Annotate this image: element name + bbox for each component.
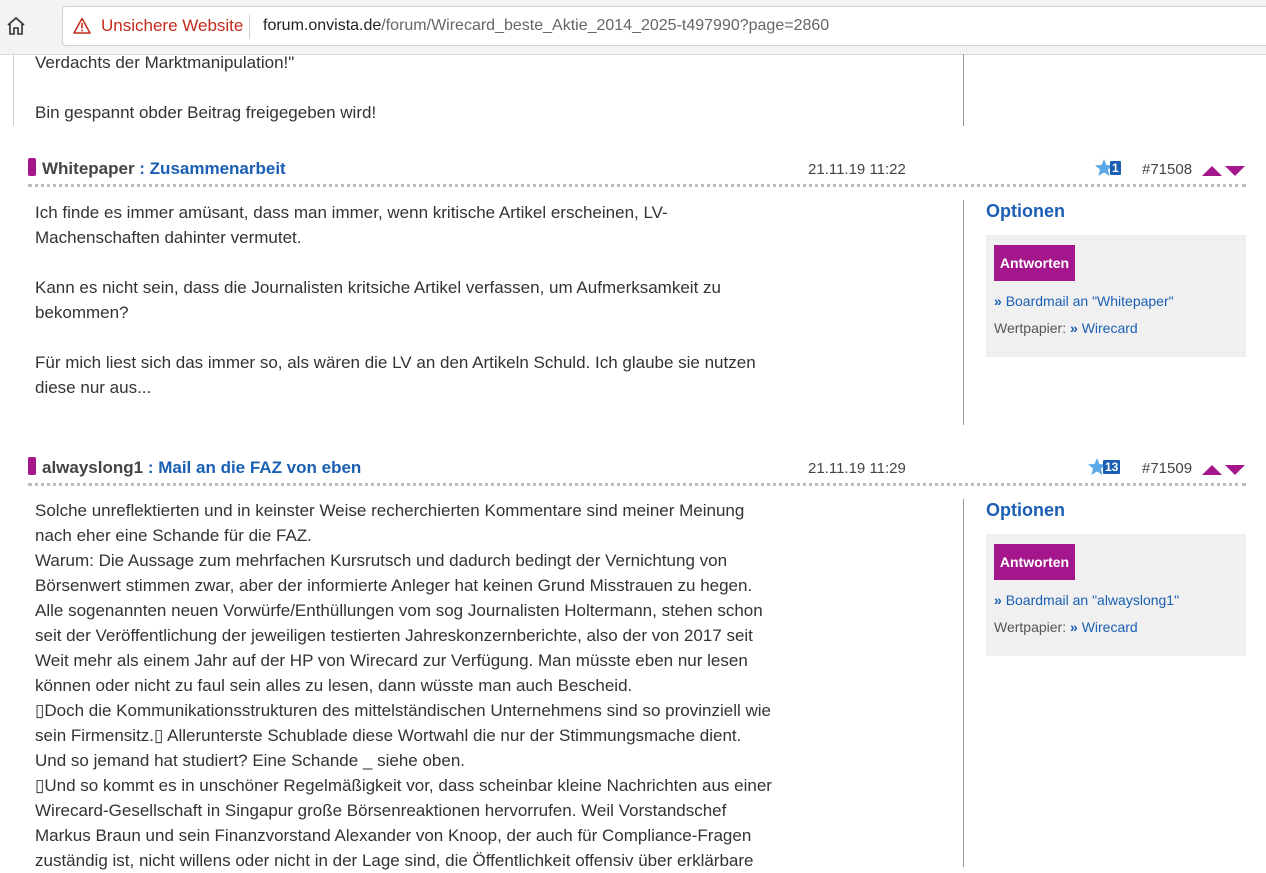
text-line: ▯Und so kommt es in unschöner Regelmäßig… — [35, 773, 772, 798]
text-line: ▯Doch die Kommunikationsstrukturen des m… — [35, 698, 772, 723]
reply-button[interactable]: Antworten — [994, 544, 1075, 580]
post-body: Ich finde es immer amüsant, dass man imm… — [35, 200, 756, 400]
browser-toolbar: Unsichere Website forum.onvista.de/forum… — [0, 0, 1266, 55]
text-line — [35, 75, 376, 100]
security-link[interactable]: Wirecard — [1082, 320, 1138, 336]
options-panel: Antworten » Boardmail an "Whitepaper" We… — [986, 235, 1246, 357]
url-domain: forum.onvista.de — [263, 17, 381, 34]
home-icon[interactable] — [4, 14, 28, 38]
options-title: Optionen — [986, 201, 1065, 222]
boardmail-link[interactable]: » Boardmail an "Whitepaper" — [994, 293, 1174, 309]
text-line: diese nur aus... — [35, 375, 756, 400]
post-number[interactable]: #71508 — [1142, 161, 1192, 178]
column-divider — [963, 200, 964, 425]
address-bar[interactable]: Unsichere Website forum.onvista.de/forum… — [62, 6, 1266, 46]
options-panel: Antworten » Boardmail an "alwayslong1" W… — [986, 534, 1246, 656]
text-line: Machenschaften dahinter vermutet. — [35, 225, 756, 250]
text-line: Börsenwert stimmen zwar, aber der inform… — [35, 573, 772, 598]
column-divider — [963, 499, 964, 867]
security-row: Wertpapier: » Wirecard — [994, 619, 1138, 635]
url-text[interactable]: forum.onvista.de/forum/Wirecard_beste_Ak… — [263, 17, 829, 35]
url-path: /forum/Wirecard_beste_Aktie_2014_2025-t4… — [381, 17, 829, 34]
security-warning[interactable]: Unsichere Website — [101, 16, 243, 36]
reply-button[interactable]: Antworten — [994, 245, 1075, 281]
post-title: alwayslong1 : Mail an die FAZ von eben — [42, 458, 361, 478]
text-line: Wirecard-Gesellschaft in Singapur große … — [35, 798, 772, 823]
text-line: können oder nicht zu faul sein alles zu … — [35, 673, 772, 698]
post-author[interactable]: alwayslong1 — [42, 458, 143, 477]
text-line: zuständig ist, nicht willens oder nicht … — [35, 848, 772, 873]
column-divider — [963, 54, 964, 126]
header-divider — [28, 483, 1246, 486]
post-subject[interactable]: Zusammenarbeit — [150, 159, 286, 178]
security-row: Wertpapier: » Wirecard — [994, 320, 1138, 336]
text-line: nach eher eine Schande für die FAZ. — [35, 523, 772, 548]
text-line: Weit mehr als einem Jahr auf der HP von … — [35, 648, 772, 673]
security-link[interactable]: Wirecard — [1082, 619, 1138, 635]
text-line: sein Firmensitz.▯ Allerunterste Schublad… — [35, 723, 772, 748]
options-title: Optionen — [986, 500, 1065, 521]
text-line: Kann es nicht sein, dass die Journaliste… — [35, 275, 756, 300]
post-author[interactable]: Whitepaper — [42, 159, 135, 178]
previous-post-border — [13, 54, 14, 126]
text-line: Solche unreflektierten und in keinster W… — [35, 498, 772, 523]
post-body: Solche unreflektierten und in keinster W… — [35, 498, 772, 873]
arrow-down-icon[interactable] — [1225, 465, 1245, 475]
star-count: 13 — [1103, 460, 1120, 474]
text-line: Markus Braun und sein Finanzvorstand Ale… — [35, 823, 772, 848]
post-date: 21.11.19 11:29 — [808, 460, 906, 477]
raquo-icon: » — [1070, 619, 1078, 635]
header-divider — [28, 184, 1246, 187]
text-line: Bin gespannt obder Beitrag freigegeben w… — [35, 100, 376, 125]
post-title: Whitepaper : Zusammenarbeit — [42, 159, 286, 179]
raquo-icon: » — [1070, 320, 1078, 336]
post-header: alwayslong1 : Mail an die FAZ von eben 2… — [28, 457, 1246, 487]
warning-icon[interactable] — [73, 17, 91, 35]
post-date: 21.11.19 11:22 — [808, 161, 906, 178]
star-count: 1 — [1110, 161, 1121, 175]
text-line: Ich finde es immer amüsant, dass man imm… — [35, 200, 756, 225]
boardmail-label[interactable]: Boardmail an "alwayslong1" — [1006, 592, 1179, 608]
post-header: Whitepaper : Zusammenarbeit 21.11.19 11:… — [28, 158, 1246, 188]
text-line: Alle sogenannten neuen Vorwürfe/Enthüllu… — [35, 598, 772, 623]
arrow-up-icon[interactable] — [1202, 465, 1222, 475]
boardmail-label[interactable]: Boardmail an "Whitepaper" — [1006, 293, 1174, 309]
address-divider — [249, 15, 250, 39]
post-marker — [28, 457, 36, 475]
previous-post-body: Verdachts der Marktmanipulation!" Bin ge… — [35, 50, 376, 125]
text-line: seit der Veröffentlichung der jeweiligen… — [35, 623, 772, 648]
text-line: bekommen? — [35, 300, 756, 325]
security-label: Wertpapier: — [994, 320, 1066, 336]
text-line — [35, 250, 756, 275]
boardmail-link[interactable]: » Boardmail an "alwayslong1" — [994, 592, 1179, 608]
text-line: Für mich liest sich das immer so, als wä… — [35, 350, 756, 375]
text-line: Verdachts der Marktmanipulation!" — [35, 50, 376, 75]
raquo-icon: » — [994, 592, 1002, 608]
raquo-icon: » — [994, 293, 1002, 309]
post-marker — [28, 158, 36, 176]
text-line: Warum: Die Aussage zum mehrfachen Kursru… — [35, 548, 772, 573]
text-line — [35, 325, 756, 350]
title-separator: : — [143, 458, 158, 477]
post-number[interactable]: #71509 — [1142, 460, 1192, 477]
arrow-down-icon[interactable] — [1225, 166, 1245, 176]
security-label: Wertpapier: — [994, 619, 1066, 635]
text-line: Und so jemand hat studiert? Eine Schande… — [35, 748, 772, 773]
arrow-up-icon[interactable] — [1202, 166, 1222, 176]
post-subject[interactable]: Mail an die FAZ von eben — [158, 458, 361, 477]
title-separator: : — [135, 159, 150, 178]
